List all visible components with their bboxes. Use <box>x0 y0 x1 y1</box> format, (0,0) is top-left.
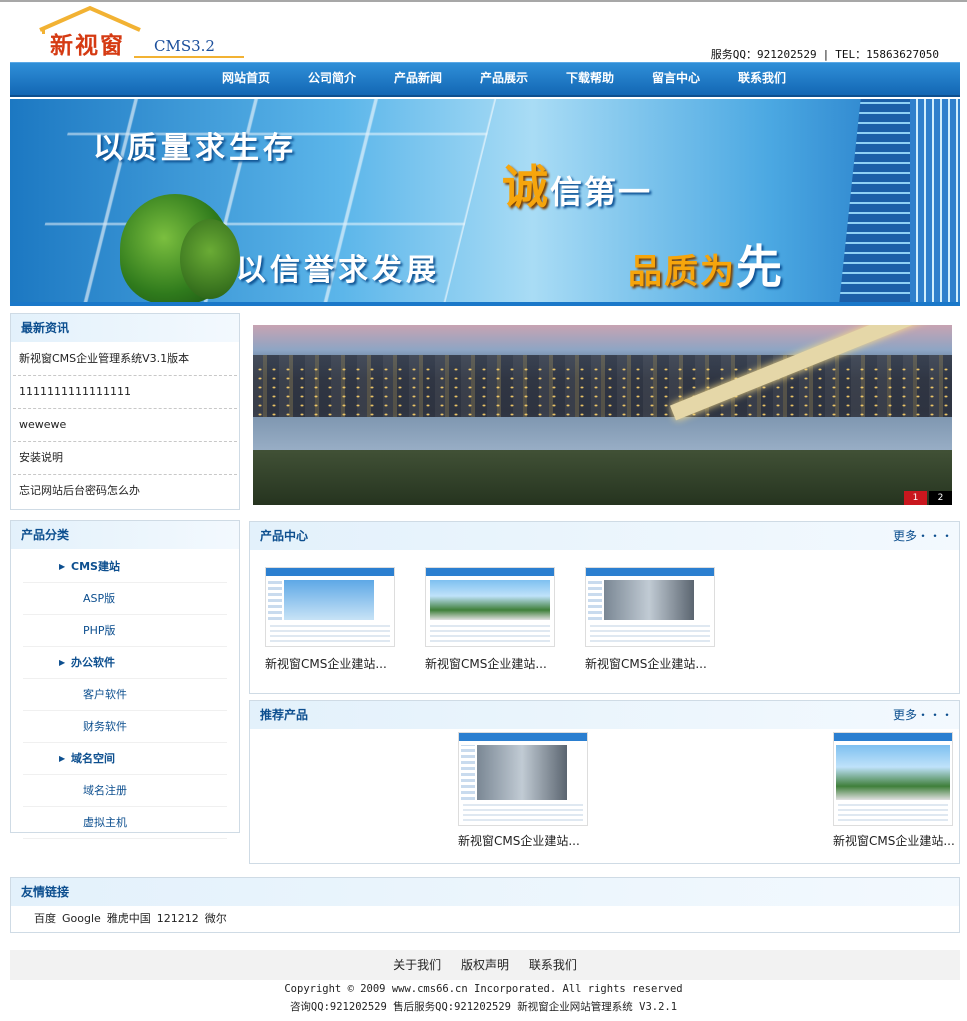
slide-page-2[interactable]: 2 <box>929 491 952 505</box>
footer-contact-line: 咨询QQ:921202529 售后服务QQ:921202529 新视窗企业网站管… <box>289 1001 678 1013</box>
product-thumbnail[interactable] <box>425 567 555 647</box>
footer-link-contact[interactable]: 联系我们 <box>529 958 577 972</box>
nav-home[interactable]: 网站首页 <box>203 63 289 93</box>
banner-bottom-stripe <box>10 302 960 306</box>
recommended-label: 推荐产品 <box>260 708 309 722</box>
friend-links-panel: 友情链接 百度 Google 雅虎中国 121212 微尔 <box>10 877 960 933</box>
product-card[interactable]: 新视窗CMS企业建站... <box>425 567 555 672</box>
category-finance[interactable]: 财务软件 <box>23 711 227 743</box>
friend-link[interactable]: 百度 <box>34 912 56 925</box>
slogan-integrity: 诚信第一 <box>502 151 652 217</box>
news-item[interactable]: 新视窗CMS企业管理系统V3.1版本 <box>13 343 237 376</box>
triangle-right-icon: ▶ <box>59 562 66 571</box>
logo-version: CMS3.2 <box>154 37 215 55</box>
service-qq: 服务QQ：921202529 <box>710 48 817 61</box>
product-name[interactable]: 新视窗CMS企业建站... <box>425 655 555 672</box>
recommended-more-link[interactable]: 更多・・・ <box>893 701 953 729</box>
category-cms[interactable]: ▶ CMS建站 <box>23 551 227 583</box>
category-office[interactable]: ▶ 办公软件 <box>23 647 227 679</box>
slide-city-lights <box>253 365 952 420</box>
nav-contact[interactable]: 联系我们 <box>719 63 805 93</box>
triangle-right-icon: ▶ <box>59 658 66 667</box>
header-contact: 服务QQ：921202529 | TEL：15863627050 <box>711 46 939 62</box>
product-name[interactable]: 新视窗CMS企业建站... <box>585 655 715 672</box>
category-domain[interactable]: ▶ 域名空间 <box>23 743 227 775</box>
banner-tower-2 <box>910 99 960 302</box>
main-nav: 网站首页 公司简介 产品新闻 产品展示 下载帮助 留言中心 联系我们 <box>10 62 960 97</box>
category-php[interactable]: PHP版 <box>23 615 227 647</box>
recommended-title: 推荐产品 更多・・・ <box>250 701 959 729</box>
product-card[interactable]: 新视窗CMS企业建站... <box>585 567 715 672</box>
nav-about[interactable]: 公司简介 <box>289 63 375 93</box>
top-border <box>0 0 967 2</box>
footer-link-copyright[interactable]: 版权声明 <box>461 958 509 972</box>
news-item[interactable]: wewewe <box>13 409 237 442</box>
logo-underline <box>134 56 244 58</box>
footer-copyright: Copyright © 2009 www.cms66.cn Incorporat… <box>284 983 683 995</box>
news-item[interactable]: 1111111111111111 <box>13 376 237 409</box>
slide-shore <box>253 450 952 505</box>
product-category-title: 产品分类 <box>11 521 239 549</box>
product-card[interactable]: 新视窗CMS企业建站... <box>833 732 955 849</box>
slogan-quality-first: 品质为先 <box>628 231 784 297</box>
category-label: CMS建站 <box>71 560 120 573</box>
slide-page-1[interactable]: 1 <box>904 491 927 505</box>
category-hosting[interactable]: 虚拟主机 <box>23 807 227 839</box>
friend-link[interactable]: 雅虎中国 <box>107 912 151 925</box>
product-center-label: 产品中心 <box>260 529 309 543</box>
friend-link[interactable]: Google <box>62 912 101 925</box>
latest-news-title: 最新资讯 <box>11 314 239 342</box>
slogan-integrity-big: 诚 <box>502 160 550 214</box>
product-category-panel: 产品分类 ▶ CMS建站 ASP版 PHP版 ▶ 办公软件 客户软件 财务软件 ▶ 域… <box>10 520 240 839</box>
photo-slideshow[interactable]: 1 2 <box>253 325 952 505</box>
footer-link-about[interactable]: 关于我们 <box>393 958 441 972</box>
product-name[interactable]: 新视窗CMS企业建站... <box>833 832 955 849</box>
contact-separator: | <box>822 48 830 61</box>
slogan-quality-first-big: 先 <box>736 240 784 294</box>
category-label: 办公软件 <box>71 656 115 669</box>
slogan-reputation: 以信誉求发展 <box>236 253 440 288</box>
product-name[interactable]: 新视窗CMS企业建站... <box>265 655 395 672</box>
nav-guestbook[interactable]: 留言中心 <box>633 63 719 93</box>
news-item[interactable]: 安装说明 <box>13 442 237 475</box>
site-logo[interactable]: 新视窗 CMS3.2 <box>34 4 244 60</box>
triangle-right-icon: ▶ <box>59 754 66 763</box>
nav-products[interactable]: 产品展示 <box>461 63 547 93</box>
banner-tree-small <box>180 219 240 299</box>
product-card[interactable]: 新视窗CMS企业建站... <box>265 567 395 672</box>
news-item[interactable]: 忘记网站后台密码怎么办 <box>13 475 237 507</box>
category-crm[interactable]: 客户软件 <box>23 679 227 711</box>
product-center-title: 产品中心 更多・・・ <box>250 522 959 550</box>
product-name[interactable]: 新视窗CMS企业建站... <box>458 832 588 849</box>
product-center-panel: 产品中心 更多・・・ 新视窗CMS企业建站... 新视窗CMS企业建站... 新… <box>249 521 960 694</box>
logo-text: 新视窗 <box>50 32 125 59</box>
slogan-integrity-rest: 信第一 <box>550 173 653 211</box>
slide-pager: 1 2 <box>902 491 952 505</box>
product-thumbnail[interactable] <box>458 732 588 826</box>
slogan-quality-first-rest: 品质为 <box>628 252 736 292</box>
product-thumbnail[interactable] <box>265 567 395 647</box>
product-thumbnail[interactable] <box>585 567 715 647</box>
friend-link[interactable]: 121212 <box>157 912 199 925</box>
friend-links-title: 友情链接 <box>11 878 959 906</box>
product-card[interactable]: 新视窗CMS企业建站... <box>458 732 588 849</box>
friend-link[interactable]: 微尔 <box>205 912 227 925</box>
friend-links-list: 百度 Google 雅虎中国 121212 微尔 <box>11 906 959 926</box>
category-domain-register[interactable]: 域名注册 <box>23 775 227 807</box>
product-thumbnail[interactable] <box>833 732 953 826</box>
category-asp[interactable]: ASP版 <box>23 583 227 615</box>
latest-news-panel: 最新资讯 新视窗CMS企业管理系统V3.1版本 1111111111111111… <box>10 313 240 510</box>
nav-news[interactable]: 产品新闻 <box>375 63 461 93</box>
recommended-products-panel: 推荐产品 更多・・・ 新视窗CMS企业建站... 新视窗CMS企业建站... <box>249 700 960 864</box>
slogan-quality: 以质量求生存 <box>93 131 297 166</box>
product-center-more-link[interactable]: 更多・・・ <box>893 522 953 550</box>
nav-download[interactable]: 下载帮助 <box>547 63 633 93</box>
footer-links: 关于我们 版权声明 联系我们 <box>10 950 960 980</box>
hero-banner: 以质量求生存 以信誉求发展 诚信第一 品质为先 <box>10 99 960 302</box>
category-label: 域名空间 <box>71 752 115 765</box>
service-tel: TEL：15863627050 <box>835 48 939 61</box>
